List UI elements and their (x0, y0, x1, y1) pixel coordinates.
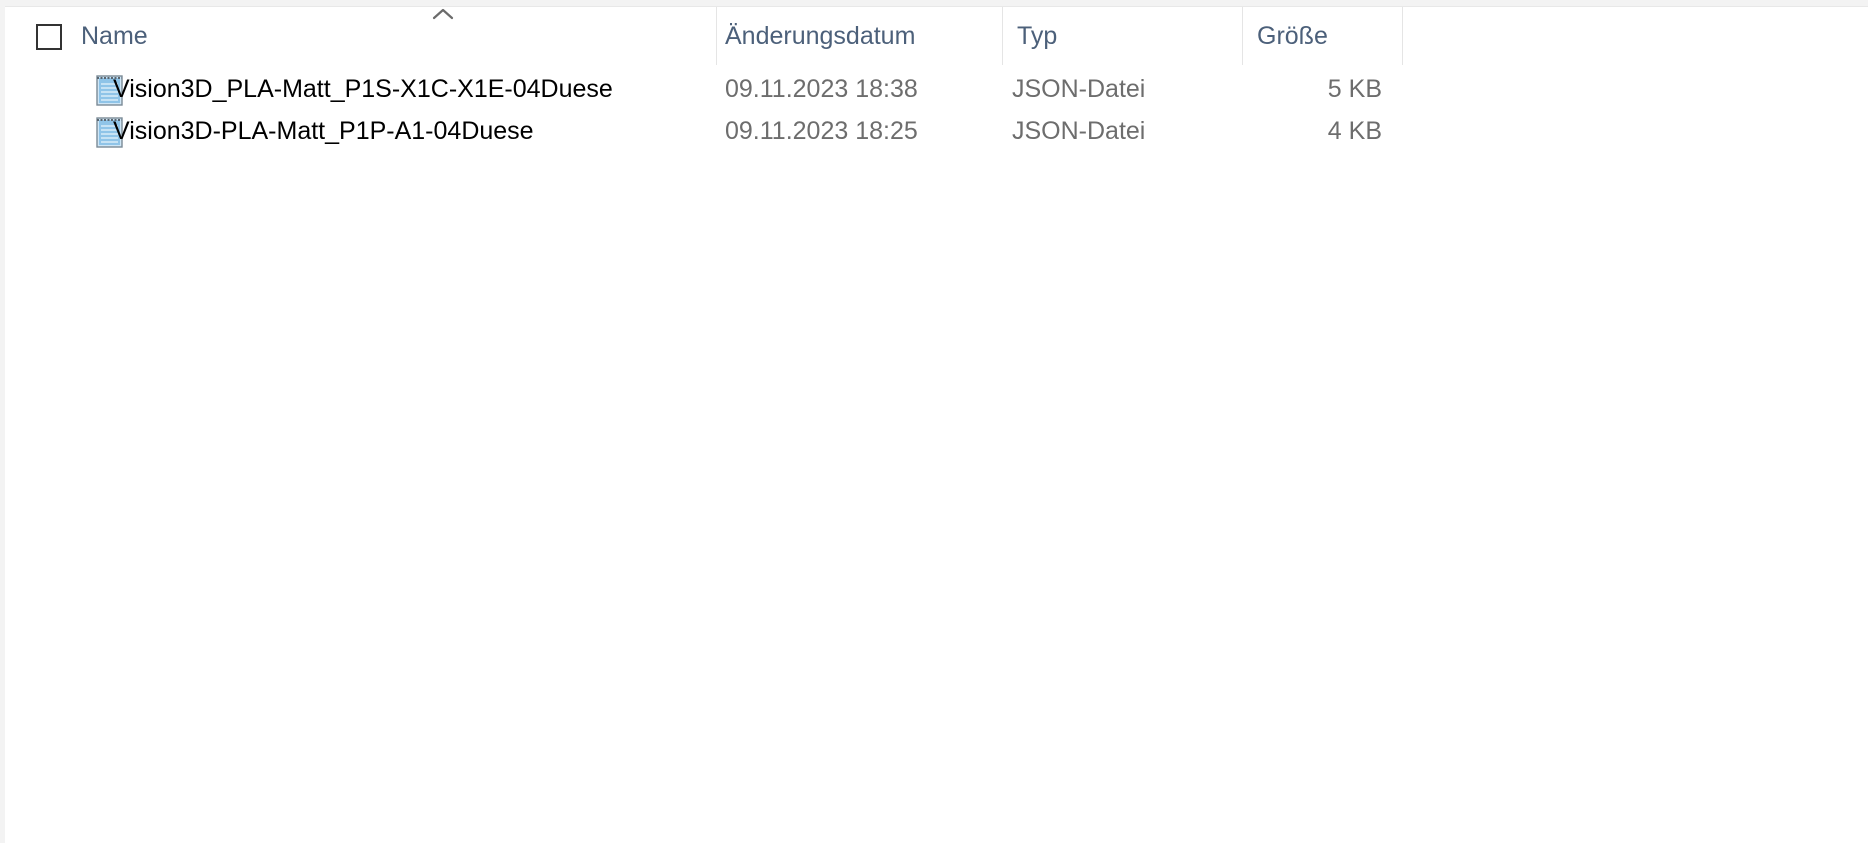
column-resize-handle-size[interactable] (1402, 7, 1403, 65)
column-header-type[interactable]: Typ (1003, 7, 1243, 65)
file-size: 5 KB (1327, 74, 1382, 103)
column-header-size[interactable]: Größe (1243, 7, 1403, 65)
column-header-size-label: Größe (1257, 21, 1328, 50)
file-type: JSON-Datei (1012, 116, 1146, 145)
file-date: 09.11.2023 18:38 (725, 74, 918, 103)
column-header-name-label: Name (81, 21, 148, 50)
file-name: Vision3D-PLA-Matt_P1P-A1-04Duese (113, 116, 534, 145)
column-header-date-label: Änderungsdatum (725, 21, 916, 50)
file-list-view: Name Änderungsdatum Typ Größe Vision3D_P… (5, 7, 1868, 843)
select-all-checkbox[interactable] (36, 24, 62, 50)
column-header-row: Name Änderungsdatum Typ Größe (5, 7, 1868, 65)
column-header-date[interactable]: Änderungsdatum (717, 7, 1002, 65)
file-size: 4 KB (1327, 116, 1382, 145)
file-name: Vision3D_PLA-Matt_P1S-X1C-X1E-04Duese (113, 74, 613, 103)
file-type: JSON-Datei (1012, 74, 1146, 103)
column-header-type-label: Typ (1017, 21, 1058, 50)
file-date: 09.11.2023 18:25 (725, 116, 918, 145)
file-row[interactable]: Vision3D_PLA-Matt_P1S-X1C-X1E-04Duese 09… (5, 66, 1868, 112)
column-header-name[interactable]: Name (67, 7, 717, 65)
file-row[interactable]: Vision3D-PLA-Matt_P1P-A1-04Duese 09.11.2… (5, 108, 1868, 154)
window-top-edge (0, 0, 1868, 7)
